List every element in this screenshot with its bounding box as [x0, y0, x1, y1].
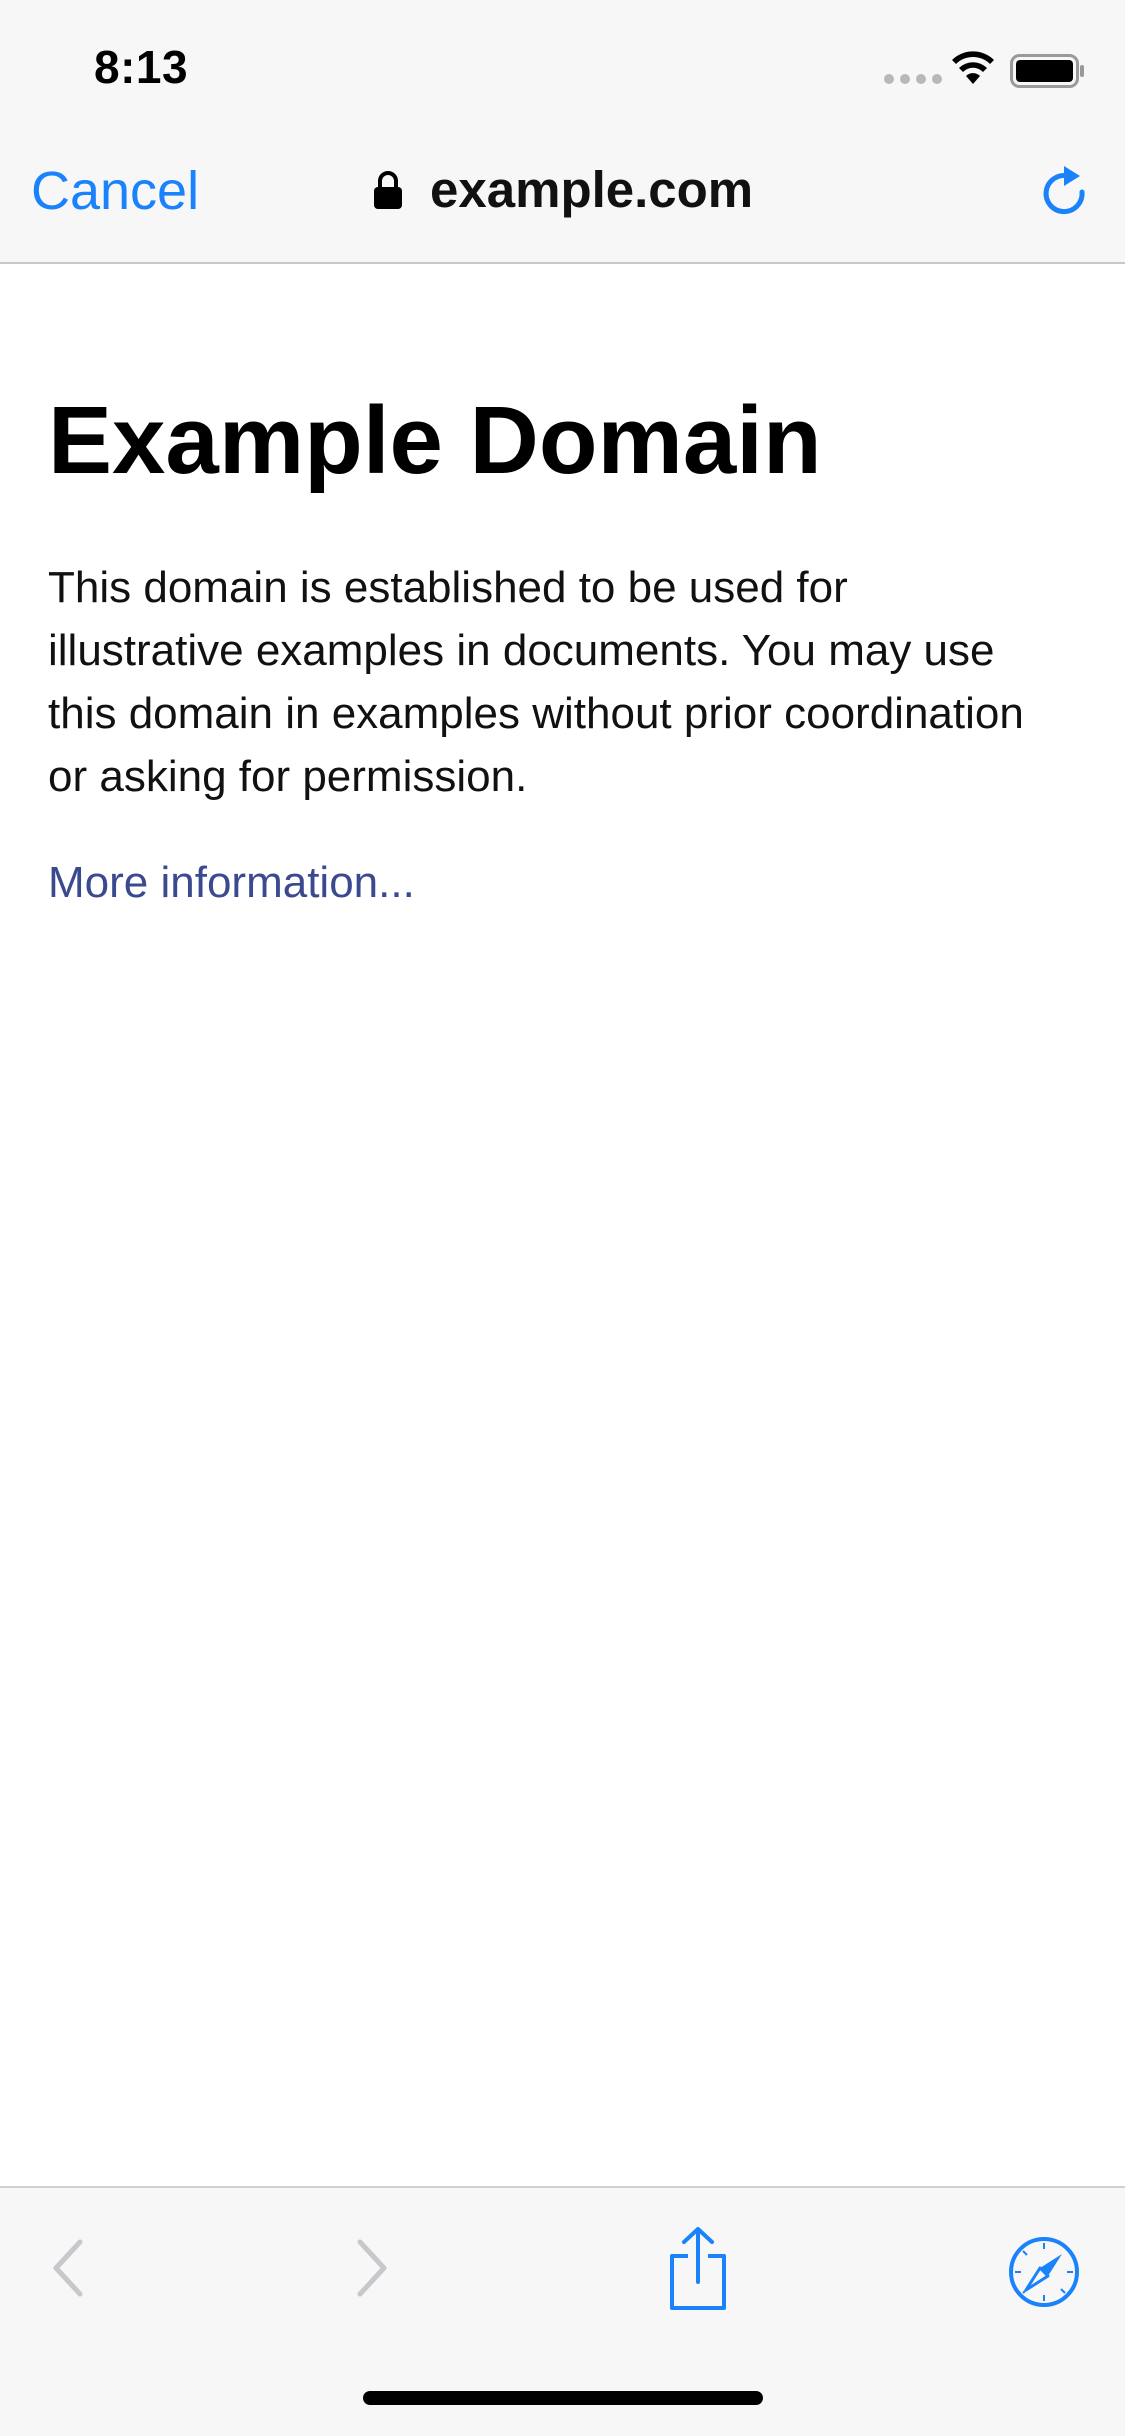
- web-content: Example Domain This domain is establishe…: [48, 264, 1078, 908]
- more-information-link[interactable]: More information...: [48, 858, 1078, 908]
- cellular-signal-icon: [884, 74, 942, 84]
- back-chevron-icon[interactable]: [42, 2228, 92, 2308]
- status-time: 8:13: [94, 41, 189, 93]
- forward-chevron-icon[interactable]: [348, 2228, 398, 2308]
- address-bar[interactable]: example.com: [372, 160, 753, 219]
- page-paragraph: This domain is established to be used fo…: [48, 562, 1024, 801]
- cancel-button[interactable]: Cancel: [31, 160, 199, 222]
- screen: 8:13 Cancel example.com Example Domain T…: [0, 0, 1125, 2436]
- status-bar: 8:13: [0, 0, 1125, 132]
- reload-icon[interactable]: [1038, 162, 1094, 226]
- address-domain: example.com: [430, 161, 754, 218]
- share-icon[interactable]: [666, 2226, 730, 2312]
- lock-icon: [374, 170, 402, 209]
- battery-icon: [1010, 54, 1084, 88]
- wifi-icon: [952, 51, 994, 84]
- page-heading: Example Domain: [48, 387, 822, 494]
- home-indicator[interactable]: [363, 2391, 763, 2405]
- safari-compass-icon[interactable]: [1008, 2236, 1080, 2308]
- nav-bar: Cancel example.com: [0, 132, 1125, 264]
